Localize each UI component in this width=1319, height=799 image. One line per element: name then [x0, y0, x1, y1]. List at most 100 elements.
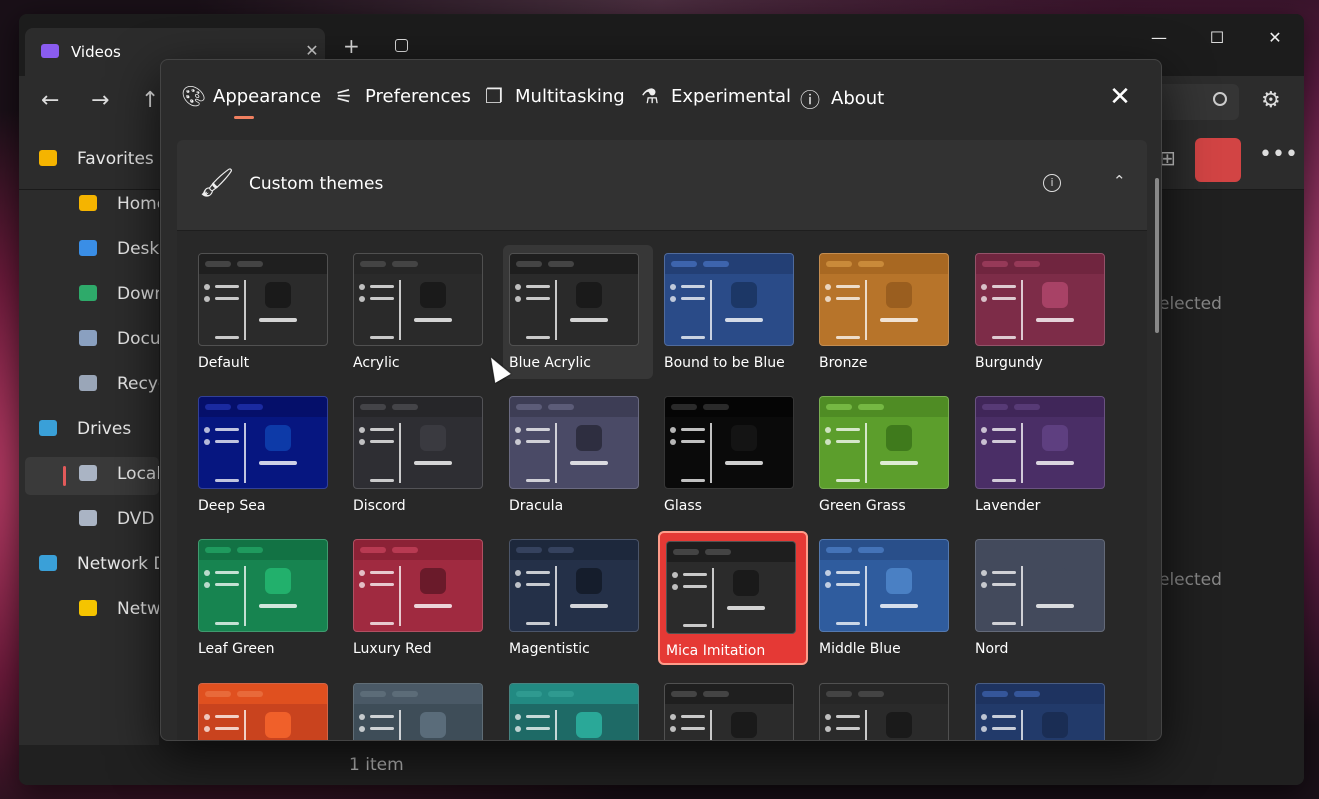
expander-title: Custom themes — [249, 174, 384, 194]
theme-option[interactable]: Burgundy — [969, 245, 1119, 379]
sidebar-item[interactable]: Netw — [79, 599, 159, 619]
tab-appearance[interactable]: 🎨︎ Appearance — [181, 84, 321, 108]
brush-icon: 🖌︎ — [199, 166, 235, 199]
minimize-button[interactable]: — — [1139, 24, 1179, 52]
sidebar-item[interactable]: Favorites — [39, 149, 159, 169]
theme-name: Lavender — [975, 498, 1041, 514]
details-placeholder: elected — [1159, 294, 1222, 314]
theme-option[interactable] — [192, 675, 342, 740]
back-button[interactable]: ← — [41, 88, 59, 113]
preview-pane-button[interactable] — [1195, 138, 1241, 182]
sidebar-item-label: Local — [117, 464, 159, 484]
scrollbar[interactable] — [1155, 178, 1159, 333]
theme-option[interactable]: Magentistic — [503, 531, 653, 665]
theme-name: Mica Imitation — [666, 643, 766, 659]
theme-option[interactable] — [969, 675, 1119, 740]
info-icon[interactable]: i — [1043, 174, 1061, 192]
sidebar-item[interactable]: Docu — [79, 329, 159, 349]
theme-preview — [664, 396, 794, 489]
new-tab-button[interactable]: + — [343, 34, 360, 58]
sidebar-item-label: Favorites — [77, 149, 154, 169]
settings-gear-icon[interactable]: ⚙ — [1261, 88, 1281, 113]
sidebar-item-label: Home — [117, 194, 159, 214]
theme-preview — [198, 396, 328, 489]
theme-option[interactable] — [658, 675, 808, 740]
theme-name: Acrylic — [353, 355, 400, 371]
sidebar-item[interactable]: Network D — [39, 554, 159, 574]
home-icon — [79, 195, 97, 211]
theme-option[interactable]: Dracula — [503, 388, 653, 522]
theme-name: Glass — [664, 498, 702, 514]
sidebar-item-label: Network D — [77, 554, 159, 574]
more-options-icon[interactable]: ••• — [1259, 142, 1298, 167]
theme-option[interactable] — [813, 675, 963, 740]
close-window-button[interactable]: ✕ — [1255, 24, 1295, 52]
sidebar-selection-indicator — [63, 466, 66, 486]
theme-name: Luxury Red — [353, 641, 432, 657]
theme-name: Deep Sea — [198, 498, 266, 514]
theme-preview — [664, 683, 794, 740]
theme-option[interactable]: Bound to be Blue — [658, 245, 808, 379]
sidebar-item-label: Docu — [117, 329, 159, 349]
theme-preview — [198, 539, 328, 632]
theme-option[interactable]: Green Grass — [813, 388, 963, 522]
chevron-up-icon[interactable]: ⌃ — [1113, 172, 1126, 190]
theme-option[interactable]: Luxury Red — [347, 531, 497, 665]
tab-label: Preferences — [365, 85, 471, 107]
up-button[interactable]: ↑ — [141, 88, 159, 113]
sidebar-item[interactable]: Local — [79, 464, 159, 484]
documents-icon — [79, 330, 97, 346]
search-icon — [1213, 92, 1227, 106]
tab-label: Multitasking — [515, 85, 625, 107]
theme-option[interactable]: Nord — [969, 531, 1119, 665]
theme-preview — [819, 396, 949, 489]
theme-option[interactable]: Mica Imitation — [658, 531, 808, 665]
theme-option[interactable] — [503, 675, 653, 740]
theme-preview — [198, 253, 328, 346]
theme-option[interactable]: Default — [192, 245, 342, 379]
sidebar-item-label: Netw — [117, 599, 159, 619]
item-count: 1 item — [349, 755, 404, 775]
theme-option[interactable]: Leaf Green — [192, 531, 342, 665]
theme-preview — [975, 539, 1105, 632]
settings-nav: 🎨︎ Appearance ⚟ Preferences ❐ Multitaski… — [161, 60, 1161, 132]
theme-preview — [353, 539, 483, 632]
sidebar-item[interactable]: Drives — [39, 419, 159, 439]
theme-option[interactable]: Bronze — [813, 245, 963, 379]
sidebar-item[interactable]: Home — [79, 194, 159, 214]
sidebar-item-label: Down — [117, 284, 159, 304]
duplicate-tab-icon[interactable] — [395, 39, 408, 52]
settings-dialog: 🎨︎ Appearance ⚟ Preferences ❐ Multitaski… — [160, 59, 1162, 741]
theme-preview — [353, 253, 483, 346]
close-dialog-icon[interactable]: ✕ — [1103, 80, 1137, 114]
theme-option[interactable] — [347, 675, 497, 740]
forward-button[interactable]: → — [91, 88, 109, 113]
sidebar-item[interactable]: Recyc — [79, 374, 159, 394]
tab-preferences[interactable]: ⚟ Preferences — [333, 84, 471, 108]
sliders-icon: ⚟ — [335, 84, 353, 108]
theme-option[interactable]: Glass — [658, 388, 808, 522]
tab-multitasking[interactable]: ❐ Multitasking — [483, 84, 625, 108]
theme-option[interactable]: Discord — [347, 388, 497, 522]
theme-option[interactable]: Middle Blue — [813, 531, 963, 665]
theme-option[interactable]: Blue Acrylic — [503, 245, 653, 379]
theme-preview — [353, 396, 483, 489]
sidebar-item[interactable]: Down — [79, 284, 159, 304]
maximize-button[interactable]: ☐ — [1197, 24, 1237, 52]
tab-label: Experimental — [671, 85, 792, 107]
custom-themes-expander[interactable]: 🖌︎ Custom themes i ⌃ — [177, 140, 1147, 230]
tab-about[interactable]: ⓘ About — [799, 84, 884, 113]
theme-preview — [666, 541, 796, 634]
recycle-bin-icon — [79, 375, 97, 391]
sidebar-item[interactable]: Deskt — [79, 239, 159, 259]
theme-option[interactable]: Acrylic — [347, 245, 497, 379]
tab-title: Videos — [71, 43, 121, 61]
tab-experimental[interactable]: ⚗ Experimental — [639, 84, 791, 108]
theme-preview — [198, 683, 328, 740]
sidebar-item[interactable]: DVD I — [79, 509, 159, 529]
theme-option[interactable]: Deep Sea — [192, 388, 342, 522]
theme-option[interactable]: Lavender — [969, 388, 1119, 522]
theme-name: Magentistic — [509, 641, 590, 657]
theme-preview — [975, 396, 1105, 489]
star-icon — [39, 150, 57, 166]
